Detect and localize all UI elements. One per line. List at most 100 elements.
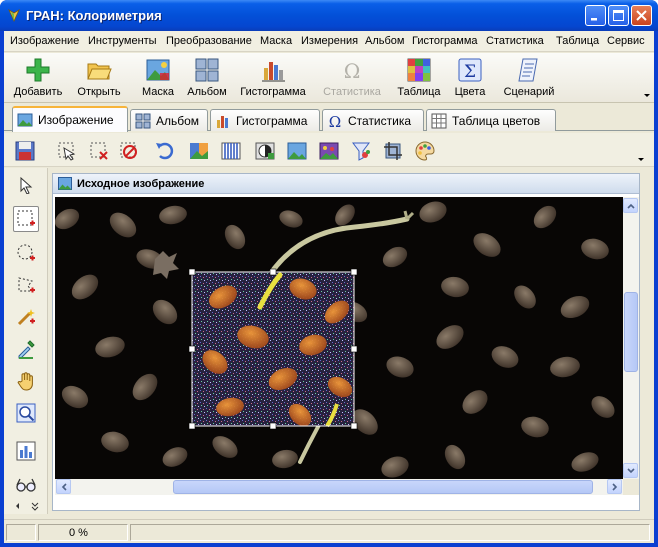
vertical-scroll-thumb[interactable] [624, 292, 638, 372]
panel-header: Исходное изображение [53, 174, 639, 194]
contrast-icon[interactable] [254, 140, 276, 162]
client-area: Изображение Инструменты Преобразование М… [4, 31, 654, 543]
image-toolbar-overflow-icon[interactable] [638, 157, 645, 163]
horizontal-scrollbar[interactable] [55, 479, 623, 495]
omega-icon: Ω [329, 113, 341, 129]
palette-image-icon[interactable] [318, 140, 340, 162]
channels-icon[interactable] [220, 140, 242, 162]
menu-album[interactable]: Альбом [365, 35, 404, 47]
eyedropper-icon [18, 340, 35, 359]
palette-scroll-icon[interactable] [12, 500, 40, 512]
pan-tool[interactable] [13, 368, 39, 394]
tab-histogram[interactable]: Гистограмма [210, 109, 320, 131]
histogram-tool[interactable] [13, 438, 39, 464]
title-bar[interactable]: ГРАН: Колориметрия [0, 0, 658, 31]
menu-table[interactable]: Таблица [556, 35, 599, 47]
svg-text:Σ: Σ [464, 62, 476, 82]
album-button[interactable]: Альбом [186, 56, 228, 101]
mask-image-icon [146, 59, 170, 81]
save-icon[interactable] [14, 140, 36, 162]
svg-text:Ω: Ω [344, 59, 361, 83]
vertical-scrollbar[interactable] [623, 197, 639, 479]
undo-icon[interactable] [154, 140, 176, 162]
image-canvas[interactable] [55, 197, 623, 479]
scroll-right-button[interactable] [607, 479, 622, 494]
delete-selection-icon[interactable] [88, 140, 110, 162]
statistics-button[interactable]: Ω Статистика [319, 56, 385, 101]
image-toolbar [4, 133, 654, 167]
zoom-tool[interactable] [13, 400, 39, 426]
magnifier-icon [16, 403, 36, 423]
status-progress: 0 % [69, 527, 88, 539]
bar-chart-icon [16, 441, 36, 461]
menu-tools[interactable]: Инструменты [88, 35, 157, 47]
crop-icon[interactable] [382, 140, 404, 162]
open-folder-icon [87, 63, 112, 80]
chevron-down-icon [626, 467, 635, 473]
panel-title: Исходное изображение [77, 178, 205, 190]
scroll-left-button[interactable] [56, 479, 71, 494]
left-tool-palette [4, 168, 48, 514]
select-mask-icon[interactable] [56, 140, 78, 162]
menu-bar: Изображение Инструменты Преобразование М… [4, 31, 654, 52]
omega-icon: Ω [344, 59, 361, 83]
open-button[interactable]: Открыть [74, 56, 124, 101]
color-table-icon [431, 113, 447, 128]
horizontal-scroll-thumb[interactable] [173, 480, 593, 494]
tab-album[interactable]: Альбом [130, 109, 208, 131]
album-grid-icon [195, 58, 219, 82]
menu-histogram[interactable]: Гистограмма [412, 35, 478, 47]
mask-button[interactable]: Маска [138, 56, 178, 101]
filter-icon[interactable] [350, 140, 372, 162]
close-icon [636, 10, 647, 21]
menu-statistics[interactable]: Статистика [486, 35, 544, 47]
chevron-left-icon [61, 482, 67, 491]
measure-tool[interactable] [13, 472, 39, 498]
landscape-image-icon[interactable] [286, 140, 308, 162]
menu-image[interactable]: Изображение [10, 35, 79, 47]
chevron-up-icon [626, 203, 635, 209]
status-progress-cell: 0 % [38, 524, 128, 541]
toolbar-overflow-icon[interactable] [644, 93, 651, 99]
application-window: ГРАН: Колориметрия Изображение Инструмен… [0, 0, 658, 547]
tab-image[interactable]: Изображение [12, 106, 128, 132]
svg-text:Ω: Ω [329, 113, 341, 129]
scroll-up-button[interactable] [623, 198, 638, 213]
clear-mask-icon[interactable] [118, 140, 140, 162]
ellipse-select-tool[interactable] [13, 240, 39, 266]
scroll-down-button[interactable] [623, 463, 638, 478]
arrow-cursor-icon [20, 176, 33, 194]
table-button[interactable]: Таблица [397, 56, 441, 101]
rect-select-icon [17, 210, 35, 226]
tab-statistics[interactable]: Ω Статистика [322, 109, 424, 131]
eyedropper-tool[interactable] [13, 336, 39, 362]
close-button[interactable] [631, 5, 652, 26]
status-message-cell [130, 524, 650, 541]
maximize-button[interactable] [608, 5, 629, 26]
color-correction-icon[interactable] [188, 140, 210, 162]
rect-select-tool[interactable] [13, 206, 39, 232]
sigma-icon: Σ [458, 58, 482, 82]
script-button[interactable]: Сценарий [501, 56, 557, 101]
polygon-select-tool[interactable] [13, 272, 39, 298]
palette-icon[interactable] [414, 140, 436, 162]
main-toolbar: Добавить Открыть Маска Альбом Гистограмм… [4, 53, 654, 103]
magic-wand-tool[interactable] [13, 304, 39, 330]
menu-service[interactable]: Сервис [607, 35, 645, 47]
image-icon [58, 177, 72, 190]
add-button[interactable]: Добавить [12, 56, 64, 101]
colors-button[interactable]: Σ Цвета [453, 56, 487, 101]
menu-measurements[interactable]: Измерения [301, 35, 358, 47]
menu-mask[interactable]: Маска [260, 35, 292, 47]
pointer-tool[interactable] [13, 172, 39, 198]
scroll-corner [623, 479, 639, 495]
tab-color-table[interactable]: Таблица цветов [426, 109, 556, 131]
image-icon [17, 113, 33, 127]
menu-transform[interactable]: Преобразование [166, 35, 252, 47]
histogram-button[interactable]: Гистограмма [240, 56, 306, 101]
tab-strip: Изображение Альбом Гистограмма Ω Статист… [4, 105, 654, 132]
histogram-icon [262, 62, 285, 82]
minimize-button[interactable] [585, 5, 606, 26]
status-bar: 0 % [4, 519, 654, 543]
maximize-icon [613, 10, 624, 21]
